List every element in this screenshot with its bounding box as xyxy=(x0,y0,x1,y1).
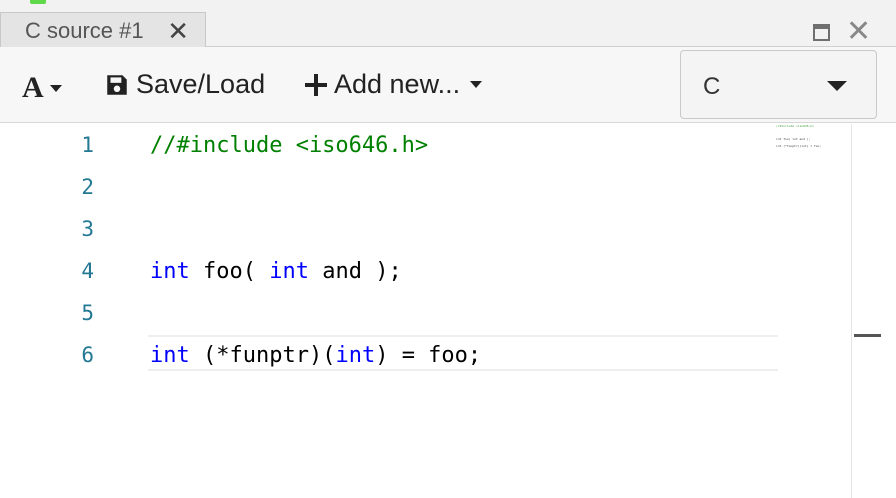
line-text: int (*funptr)(int) = foo; xyxy=(150,343,481,368)
line-text: int foo( int and ); xyxy=(150,259,402,284)
minimap-line: //#include <iso646.h> xyxy=(776,124,814,128)
keyword-token: int xyxy=(335,342,376,368)
tab-c-source-1[interactable]: C source #1 ✕ xyxy=(0,12,206,48)
code-line-4[interactable]: 4 int foo( int and ); xyxy=(0,253,778,289)
drag-indicator xyxy=(30,0,46,4)
code-line-6[interactable]: 6 int (*funptr)(int) = foo; xyxy=(0,337,778,373)
code-token: (*funptr)( xyxy=(189,342,336,368)
plus-icon xyxy=(305,73,327,96)
code-line-1[interactable]: 1 //#include <iso646.h> xyxy=(0,127,778,163)
code-line-5[interactable]: 5 xyxy=(0,295,778,331)
code-line-2[interactable]: 2 xyxy=(0,169,778,205)
tab-bar: C source #1 ✕ ✕ xyxy=(0,8,896,48)
line-number: 6 xyxy=(81,343,94,367)
line-number: 1 xyxy=(81,133,94,157)
maximize-icon[interactable] xyxy=(813,24,830,41)
code-token: and ); xyxy=(308,258,402,284)
add-new-label: Add new... xyxy=(334,69,461,99)
language-value: C xyxy=(703,73,721,100)
chevron-down-icon xyxy=(470,81,483,88)
editor-toolbar: A Save/Load Add new... C xyxy=(0,47,896,123)
line-number: 3 xyxy=(81,217,94,241)
vertical-scrollbar[interactable] xyxy=(851,124,896,498)
line-number: 4 xyxy=(81,259,94,283)
font-size-button[interactable]: A xyxy=(22,71,62,105)
keyword-token: int xyxy=(150,258,190,284)
minimap-line: int foo( int and ); xyxy=(776,137,811,141)
tab-label: C source #1 xyxy=(25,17,144,43)
minimap-line: int (*funptr)(int) = foo; xyxy=(776,144,822,148)
language-select[interactable]: C xyxy=(680,50,877,119)
code-token: foo( xyxy=(189,258,270,284)
chevron-down-icon xyxy=(49,84,62,92)
code-editor[interactable]: 1 //#include <iso646.h> 2 3 4 int foo( i… xyxy=(0,124,852,498)
floppy-disk-icon xyxy=(107,74,127,95)
code-line-3[interactable]: 3 xyxy=(0,211,778,247)
save-load-button[interactable]: Save/Load xyxy=(104,69,265,100)
line-text: //#include <iso646.h> xyxy=(150,133,428,158)
font-size-icon: A xyxy=(22,71,44,104)
tab-close-icon[interactable]: ✕ xyxy=(167,17,189,45)
keyword-token: int xyxy=(269,258,309,284)
dropdown-arrow-icon xyxy=(827,81,847,91)
window-close-icon[interactable]: ✕ xyxy=(846,16,871,48)
code-token: ) = foo; xyxy=(375,342,482,368)
line-number: 2 xyxy=(81,175,94,199)
comment-token: //#include <iso646.h> xyxy=(150,132,429,158)
scrollbar-thumb[interactable] xyxy=(854,334,881,337)
keyword-token: int xyxy=(150,342,190,368)
add-new-button[interactable]: Add new... xyxy=(304,69,483,100)
save-load-label: Save/Load xyxy=(136,69,266,99)
top-strip xyxy=(0,0,896,8)
line-number: 5 xyxy=(81,301,94,325)
code-minimap[interactable]: //#include <iso646.h> int foo( int and )… xyxy=(776,124,846,184)
